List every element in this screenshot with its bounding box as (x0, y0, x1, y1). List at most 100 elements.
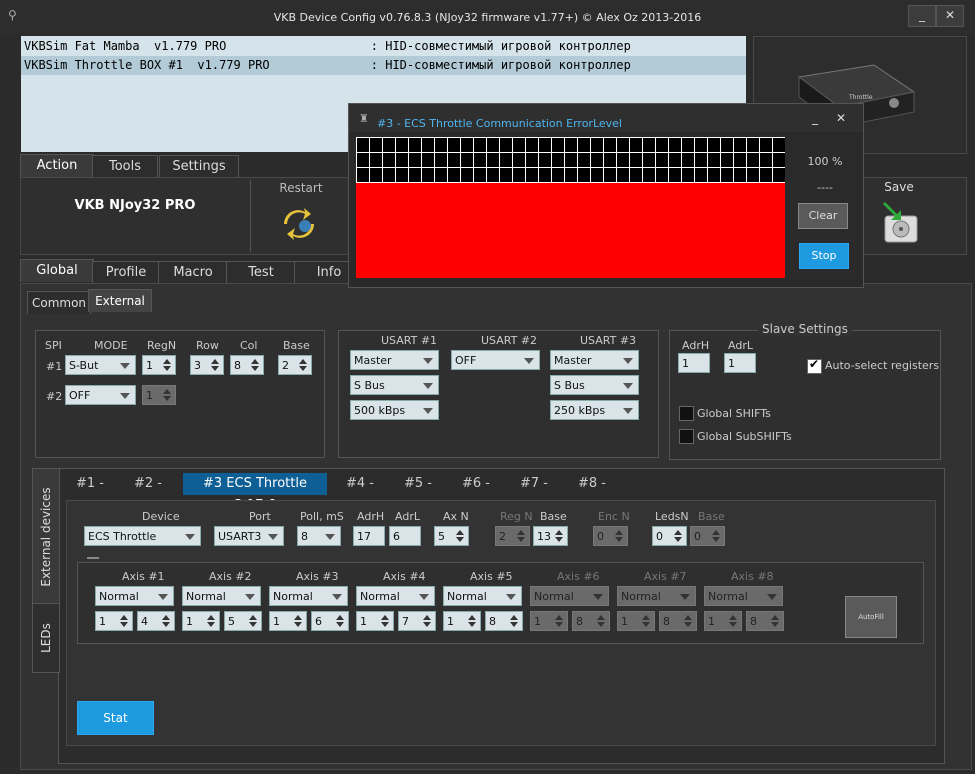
device-row[interactable]: VKBSim Fat Mamba v1.779 PRO : HID-совмес… (21, 37, 746, 56)
spi2-mode-select[interactable]: OFF (65, 385, 136, 405)
axis-source-spinner[interactable]: 1 (356, 611, 394, 631)
device-row-selected[interactable]: VKBSim Throttle BOX #1 v1.779 PRO : HID-… (21, 56, 746, 75)
axis-source-spinner[interactable]: 1 (182, 611, 220, 631)
axn-spinner[interactable]: 5 (434, 526, 469, 546)
ext-tab-5[interactable]: #5 - (398, 473, 438, 495)
ext-tab-1[interactable]: #1 - (70, 473, 110, 495)
slave-adrh-field[interactable]: 1 (678, 353, 710, 373)
window-title: VKB Device Config v0.76.8.3 (NJoy32 firm… (273, 11, 702, 24)
base-spinner[interactable]: 13 (533, 526, 568, 546)
axis-mode-select[interactable]: Normal (95, 586, 174, 606)
usart2-header: USART #2 (481, 334, 538, 347)
tab-test[interactable]: Test (226, 261, 296, 284)
axis-source-spinner[interactable]: 1 (95, 611, 133, 631)
ext-tab-4[interactable]: #4 - (340, 473, 380, 495)
autofill-button[interactable]: AutoFill (845, 596, 897, 638)
device-type-select[interactable]: ECS Throttle (84, 526, 201, 546)
spi1-mode-select[interactable]: S-But (65, 355, 136, 375)
axis-label: Axis #2 (209, 570, 252, 583)
auto-select-checkbox[interactable]: ✔ (807, 357, 822, 374)
ledsn-header: LedsN (655, 510, 689, 523)
row-header: Row (196, 339, 219, 352)
port-header: Port (249, 510, 271, 523)
tab-global[interactable]: Global (20, 259, 94, 282)
global-subshifts-checkbox[interactable] (679, 429, 694, 444)
usart1-mode-select[interactable]: Master (350, 350, 439, 370)
axis-channel-spinner: 8 (746, 611, 784, 631)
axis-mode-select: Normal (704, 586, 783, 606)
tab-common[interactable]: Common (27, 291, 91, 314)
regn-header: Reg N (500, 510, 533, 523)
spi1-row-spinner[interactable]: 3 (190, 355, 224, 375)
save-disk-icon[interactable] (879, 202, 923, 246)
tab-external-devices[interactable]: External devices (32, 468, 60, 605)
axis-channel-spinner[interactable]: 6 (311, 611, 349, 631)
slave-adrl-field[interactable]: 1 (724, 353, 756, 373)
adrl-header: AdrL (395, 510, 420, 523)
ext-adrl-field[interactable]: 6 (389, 526, 421, 546)
spi1-col-spinner[interactable]: 8 (230, 355, 264, 375)
clear-button[interactable]: Clear (798, 203, 848, 229)
tab-external[interactable]: External (88, 289, 152, 312)
usart1-speed-select[interactable]: 500 kBps (350, 400, 439, 420)
axis-source-spinner[interactable]: 1 (443, 611, 481, 631)
ext-tab-3[interactable]: #3 ECS Throttle 3:17.6 (183, 473, 327, 513)
minimize-button[interactable]: _ (908, 5, 936, 27)
axis-channel-spinner[interactable]: 5 (224, 611, 262, 631)
device-header: Device (142, 510, 180, 523)
error-level-bar (356, 183, 785, 278)
axis-mode-select[interactable]: Normal (443, 586, 522, 606)
axis-source-spinner: 1 (704, 611, 742, 631)
global-subshifts-label: Global SubSHIFTs (697, 430, 792, 443)
auto-select-label: Auto-select registers (825, 359, 940, 372)
axis-label: Axis #5 (470, 570, 513, 583)
tab-leds[interactable]: LEDs (32, 603, 60, 673)
ext-adrh-field[interactable]: 17 (353, 526, 385, 546)
collapse-handle[interactable] (87, 557, 99, 559)
ledsn-spinner[interactable]: 0 (652, 526, 687, 546)
adrh-header: AdrH (357, 510, 385, 523)
axis-mode-select[interactable]: Normal (356, 586, 435, 606)
ext-tab-6[interactable]: #6 - (456, 473, 496, 495)
ext-tab-8[interactable]: #8 - (572, 473, 612, 495)
stop-button[interactable]: Stop (799, 243, 849, 269)
usart3-header: USART #3 (580, 334, 637, 347)
tab-macro[interactable]: Macro (158, 261, 228, 284)
axis-source-spinner[interactable]: 1 (269, 611, 307, 631)
poll-select[interactable]: 8 (297, 526, 341, 546)
tab-tools[interactable]: Tools (92, 155, 158, 178)
usart3-speed-select[interactable]: 250 kBps (550, 400, 639, 420)
usart2-mode-select[interactable]: OFF (451, 350, 540, 370)
port-select[interactable]: USART3 (214, 526, 284, 546)
spi1-label: #1 (46, 360, 63, 373)
popup-close-button[interactable]: ✕ (829, 109, 853, 129)
axis-label: Axis #1 (122, 570, 165, 583)
axis-channel-spinner[interactable]: 7 (398, 611, 436, 631)
error-percent: 100 % (807, 155, 843, 168)
tab-action[interactable]: Action (20, 154, 94, 177)
tab-settings[interactable]: Settings (159, 155, 239, 178)
ext-tab-7[interactable]: #7 - (514, 473, 554, 495)
spi1-regn-spinner[interactable]: 1 (142, 355, 176, 375)
popup-title: #3 - ECS Throttle Communication ErrorLev… (377, 117, 622, 130)
usart3-bus-select[interactable]: S Bus (550, 375, 639, 395)
slave-settings-title: Slave Settings (758, 322, 852, 336)
global-shifts-label: Global SHIFTs (697, 407, 771, 420)
restart-icon[interactable] (279, 204, 319, 244)
axis-mode-select[interactable]: Normal (269, 586, 348, 606)
tab-profile[interactable]: Profile (92, 261, 160, 284)
stat-button[interactable]: Stat (77, 701, 154, 735)
axis-channel-spinner[interactable]: 8 (485, 611, 523, 631)
close-button[interactable]: ✕ (936, 5, 964, 27)
adrl-label: AdrL (728, 339, 753, 352)
spi1-base-spinner[interactable]: 2 (278, 355, 312, 375)
usart1-bus-select[interactable]: S Bus (350, 375, 439, 395)
axis-label: Axis #8 (731, 570, 774, 583)
popup-minimize-button[interactable]: _ (803, 109, 827, 129)
ext-tab-2[interactable]: #2 - (128, 473, 168, 495)
usart3-mode-select[interactable]: Master (550, 350, 639, 370)
axis-channel-spinner[interactable]: 4 (137, 611, 175, 631)
global-shifts-checkbox[interactable] (679, 406, 694, 421)
axis-mode-select[interactable]: Normal (182, 586, 261, 606)
base-header: Base (283, 339, 310, 352)
